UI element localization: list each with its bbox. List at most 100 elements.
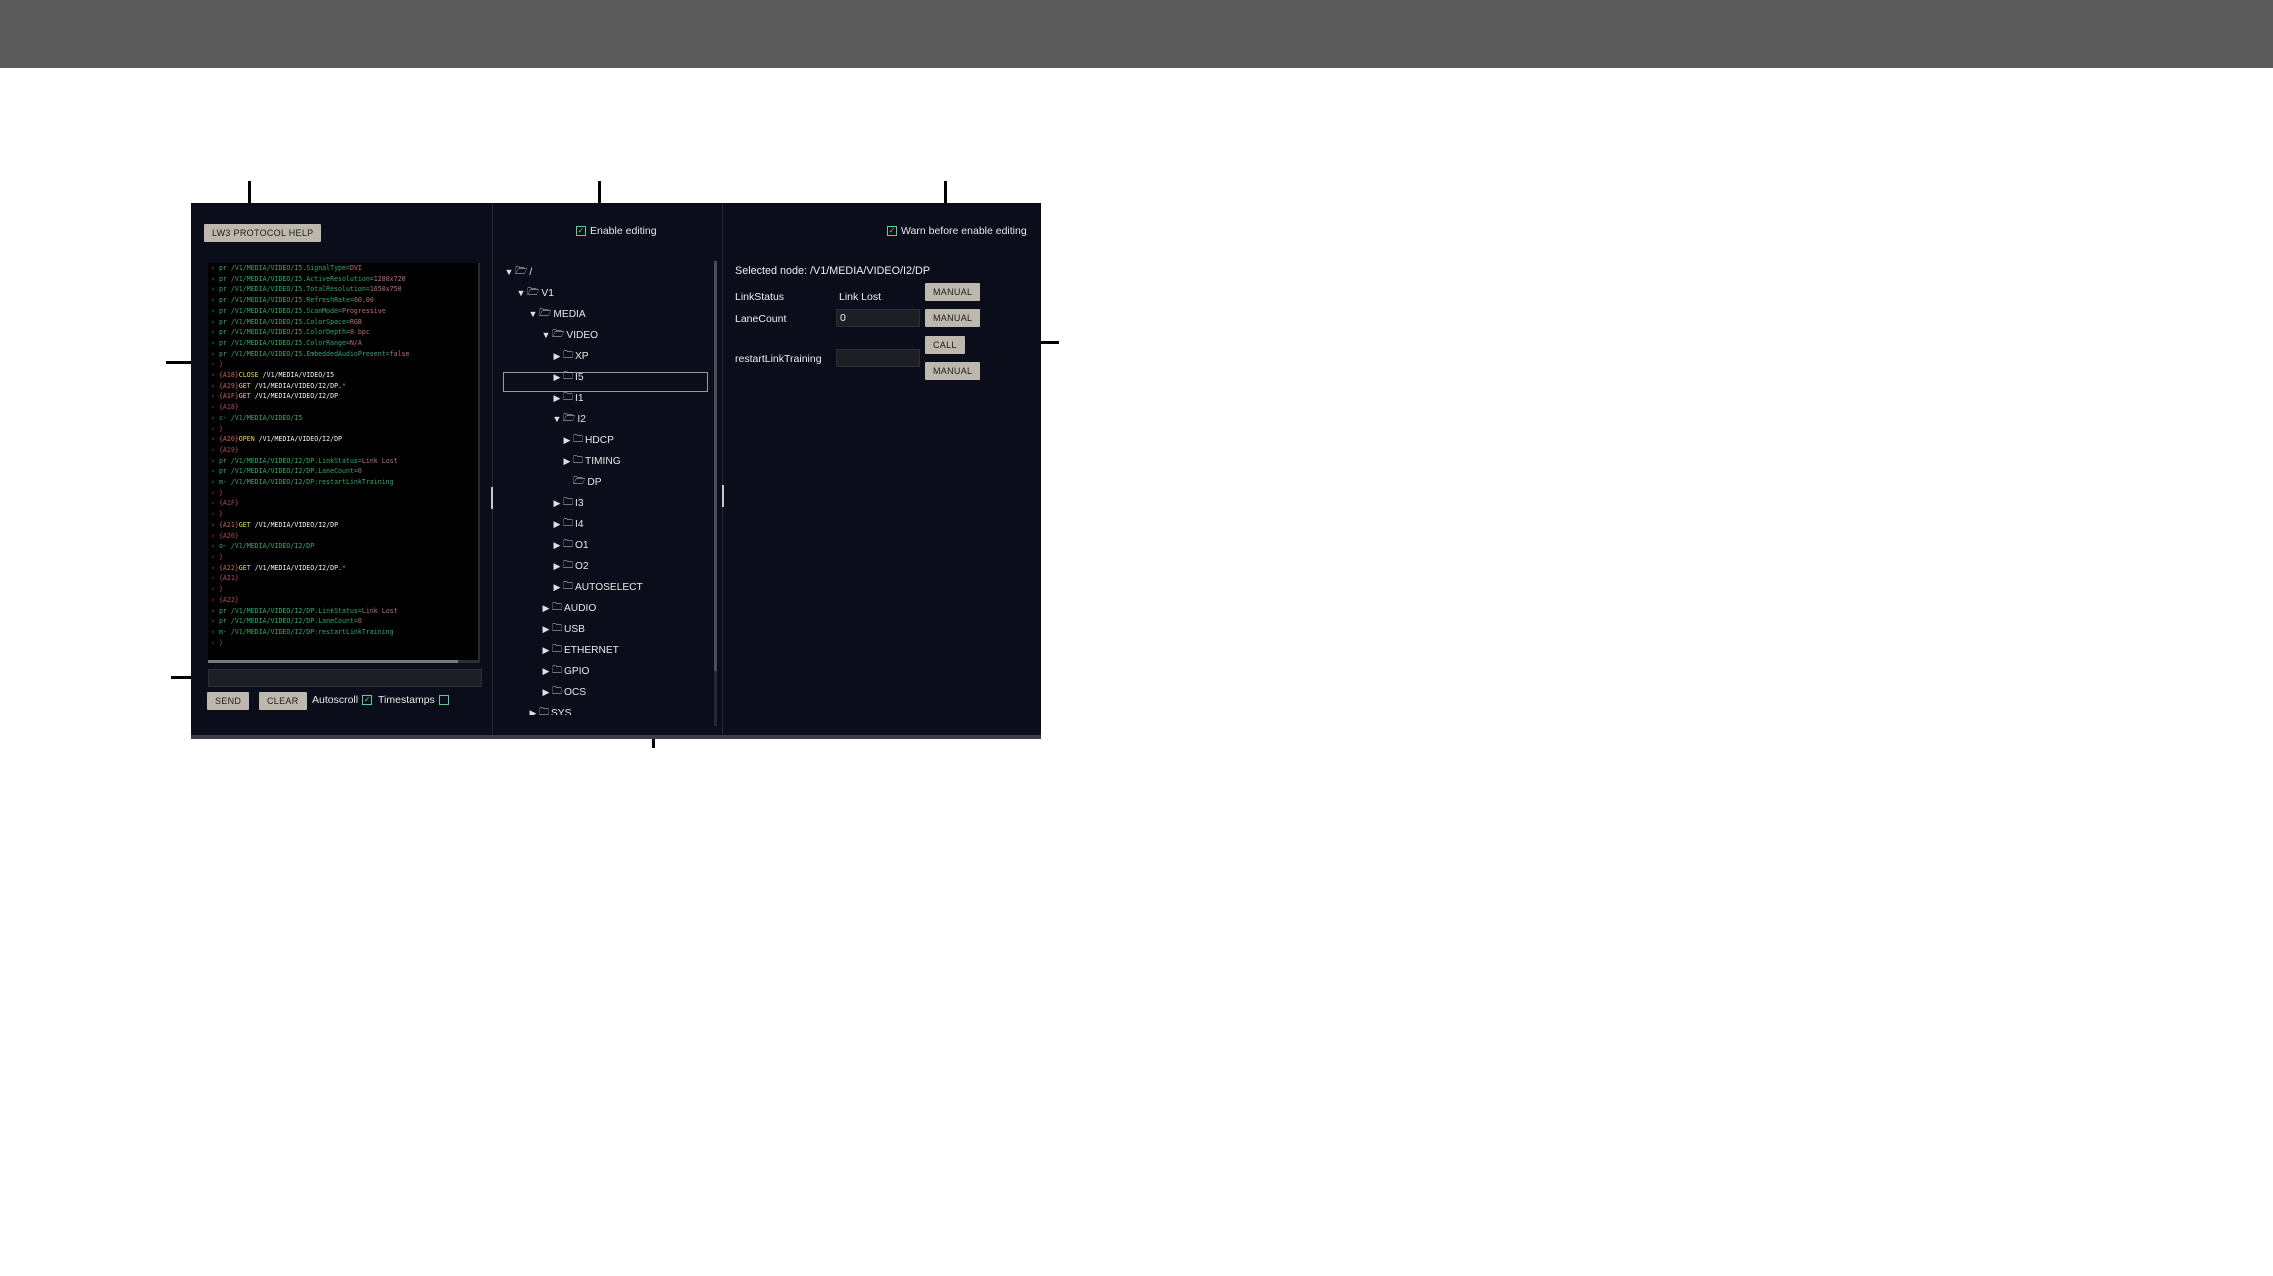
restart-link-training-call-button[interactable]: CALL: [925, 336, 965, 354]
terminal-line: ‹ }: [208, 424, 478, 435]
terminal-token: › {A22}: [211, 563, 239, 572]
terminal-token: › pr: [211, 274, 231, 283]
folder-icon: 🗀: [563, 370, 573, 382]
folder-icon: 🗀: [552, 685, 562, 697]
expanded-arrow-icon[interactable]: ▼: [527, 309, 539, 319]
terminal-line: ‹ }: [208, 584, 478, 595]
collapsed-arrow-icon[interactable]: ▶: [551, 372, 563, 383]
collapsed-arrow-icon[interactable]: ▶: [551, 561, 563, 572]
scrollbar-thumb[interactable]: [714, 261, 717, 671]
tree-node-media[interactable]: ▼ 🗁 MEDIA: [527, 304, 586, 324]
tree-node-i4[interactable]: ▶ 🗀 I4: [551, 514, 584, 534]
lw3-protocol-help-button[interactable]: LW3 PROTOCOL HELP: [204, 224, 322, 242]
scrollbar-thumb[interactable]: [208, 660, 458, 663]
tree-node-autoselect[interactable]: ▶ 🗀 AUTOSELECT: [551, 577, 643, 597]
lane-count-field[interactable]: 0: [836, 309, 920, 327]
terminal-token: › {A1F}: [211, 392, 239, 401]
tree-node-v1[interactable]: ▼ 🗁 V1: [515, 283, 554, 303]
tree-node-label: AUTOSELECT: [575, 581, 643, 593]
terminal-token: ‹ c-: [211, 413, 231, 422]
tree-node-label: I2: [577, 413, 586, 425]
warn-editing-checkbox[interactable]: ✓ Warn before enable editing: [887, 225, 1027, 237]
expanded-arrow-icon[interactable]: ▼: [503, 267, 515, 277]
terminal-token: /V1/MEDIA/VIDEO/I5.RefreshRate=: [230, 296, 354, 305]
terminal-token: ‹ o-: [211, 542, 231, 551]
collapsed-arrow-icon[interactable]: ▶: [561, 456, 573, 467]
collapsed-arrow-icon[interactable]: ▶: [540, 624, 552, 635]
terminal-token: /V1/MEDIA/VIDEO/I2/DP: [254, 520, 339, 529]
tree-vertical-scrollbar[interactable]: [714, 261, 717, 726]
tree-node-i2[interactable]: ▼ 🗁 I2: [551, 409, 586, 429]
terminal-line: ‹ {A21}: [208, 573, 478, 584]
collapsed-arrow-icon[interactable]: ▶: [540, 666, 552, 677]
checkbox-unchecked-icon[interactable]: ✓: [438, 695, 449, 705]
tree-node-audio[interactable]: ▶ 🗀 AUDIO: [540, 598, 597, 618]
tree-node-ocs[interactable]: ▶ 🗀 OCS: [540, 682, 587, 702]
collapsed-arrow-icon[interactable]: ▶: [561, 435, 573, 446]
tree-node-label: SYS: [551, 707, 572, 716]
terminal-line: ‹ }: [208, 552, 478, 563]
tree-node-video[interactable]: ▼ 🗁 VIDEO: [540, 325, 599, 345]
tree-node-dp[interactable]: 🗁 DP: [561, 472, 602, 492]
collapsed-arrow-icon[interactable]: ▶: [540, 687, 552, 698]
terminal-token: ‹ }: [211, 510, 223, 519]
tree-node-gpio[interactable]: ▶ 🗀 GPIO: [540, 661, 590, 681]
tree-node-xp[interactable]: ▶ 🗀 XP: [551, 346, 589, 366]
tree-node-timing[interactable]: ▶ 🗀 TIMING: [561, 451, 621, 471]
enable-editing-checkbox[interactable]: ✓ Enable editing: [576, 225, 657, 237]
checkbox-checked-icon[interactable]: ✓: [362, 695, 373, 705]
lane-count-manual-button[interactable]: MANUAL: [925, 309, 981, 327]
tree-node-sys[interactable]: ▶ 🗀 SYS: [527, 703, 572, 716]
terminal-token: › pr: [211, 264, 231, 272]
terminal-line: › pr /V1/MEDIA/VIDEO/I5.RefreshRate=60.0…: [208, 295, 478, 306]
terminal-horizontal-scrollbar[interactable]: [208, 660, 478, 663]
expanded-arrow-icon[interactable]: ▼: [540, 330, 552, 340]
terminal-token: 0: [357, 467, 362, 476]
terminal-line: ‹ {A20}: [208, 531, 478, 542]
collapsed-arrow-icon[interactable]: ▶: [551, 540, 563, 551]
tree-node-label: HDCP: [585, 434, 614, 446]
collapsed-arrow-icon[interactable]: ▶: [551, 582, 563, 593]
expanded-arrow-icon[interactable]: ▼: [515, 288, 527, 298]
tree-node-o1[interactable]: ▶ 🗀 O1: [551, 535, 589, 555]
collapsed-arrow-icon[interactable]: ▶: [540, 645, 552, 656]
expanded-arrow-icon[interactable]: ▼: [551, 414, 563, 424]
terminal-token: ‹ {A18}: [211, 403, 239, 412]
tree-node-i1[interactable]: ▶ 🗀 I1: [551, 388, 584, 408]
terminal-token: ‹ pr: [211, 456, 231, 465]
terminal-token: ‹ m-: [211, 478, 231, 487]
tree-node-[interactable]: ▼ 🗁 /: [503, 262, 533, 282]
collapsed-arrow-icon[interactable]: ▶: [551, 351, 563, 362]
send-button[interactable]: SEND: [207, 692, 250, 710]
timestamps-checkbox[interactable]: Timestamps ✓: [378, 694, 449, 706]
selected-node-label: Selected node: /V1/MEDIA/VIDEO/I2/DP: [735, 265, 931, 277]
tree-node-i3[interactable]: ▶ 🗀 I3: [551, 493, 584, 513]
collapsed-arrow-icon[interactable]: ▶: [551, 498, 563, 509]
terminal-log[interactable]: › pr /V1/MEDIA/VIDEO/I5.SignalType=DVI › …: [208, 263, 480, 663]
collapsed-arrow-icon[interactable]: ▶: [540, 603, 552, 614]
terminal-line: ‹ {A1F}: [208, 498, 478, 509]
tree-node-hdcp[interactable]: ▶ 🗀 HDCP: [561, 430, 614, 450]
tree-node-o2[interactable]: ▶ 🗀 O2: [551, 556, 589, 576]
autoscroll-checkbox[interactable]: Autoscroll ✓: [312, 694, 373, 706]
tree-node-i5[interactable]: ▶ 🗀 I5: [551, 367, 584, 387]
terminal-line: › {A19}GET /V1/MEDIA/VIDEO/I2/DP.*: [208, 381, 478, 392]
folder-open-icon: 🗁: [552, 328, 565, 340]
checkbox-checked-icon[interactable]: ✓: [576, 226, 586, 236]
restart-link-training-args[interactable]: [836, 349, 920, 367]
collapsed-arrow-icon[interactable]: ▶: [527, 708, 539, 716]
collapsed-arrow-icon[interactable]: ▶: [551, 393, 563, 404]
tree-node-usb[interactable]: ▶ 🗀 USB: [540, 619, 585, 639]
restart-link-training-manual-button[interactable]: MANUAL: [925, 362, 981, 380]
autoscroll-label: Autoscroll: [312, 694, 359, 706]
clear-button[interactable]: CLEAR: [259, 692, 307, 710]
terminal-token: ‹ {A22}: [211, 595, 239, 604]
tree-node-ethernet[interactable]: ▶ 🗀 ETHERNET: [540, 640, 619, 660]
collapsed-arrow-icon[interactable]: ▶: [551, 519, 563, 530]
checkbox-checked-icon[interactable]: ✓: [887, 226, 897, 236]
link-status-manual-button[interactable]: MANUAL: [925, 283, 981, 301]
command-input[interactable]: [208, 669, 482, 687]
terminal-token: ‹ }: [211, 488, 223, 497]
tree-node-label: XP: [575, 350, 589, 362]
link-status-value: Link Lost: [839, 291, 882, 303]
